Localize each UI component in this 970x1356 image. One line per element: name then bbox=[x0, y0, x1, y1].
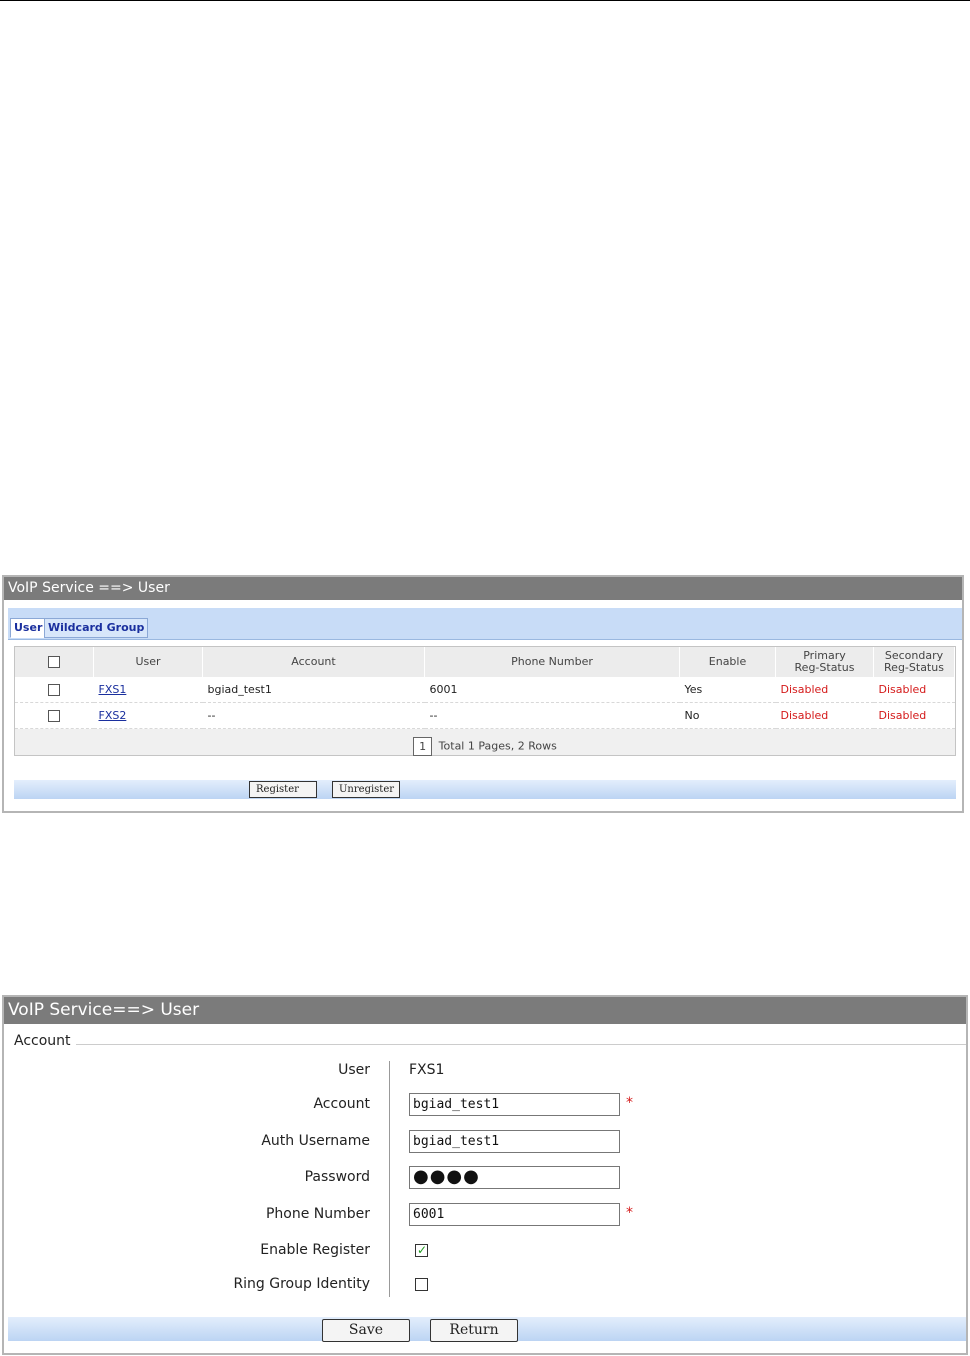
enable-register-checkbox[interactable]: ✓ bbox=[415, 1243, 428, 1257]
tab-user[interactable]: User bbox=[10, 618, 47, 638]
user-list-panel: VoIP Service ==> User User Wildcard Grou… bbox=[2, 575, 964, 813]
return-button[interactable]: Return bbox=[430, 1319, 518, 1342]
panel-title: VoIP Service==> User bbox=[4, 997, 966, 1024]
column-header-account: Account bbox=[202, 647, 425, 677]
column-header-primary-reg-status: Primary Reg-Status bbox=[775, 647, 874, 677]
table-row: FXS2 -- -- No Disabled Disabled bbox=[15, 702, 955, 729]
phone-number-label: Phone Number bbox=[265, 1206, 370, 1222]
section-title-account: Account bbox=[14, 1033, 74, 1049]
user-table: User Account Phone Number Enable Primary… bbox=[15, 647, 955, 729]
pagination-summary: Total 1 Pages, 2 Rows bbox=[438, 739, 557, 753]
select-all-header bbox=[15, 647, 94, 677]
ring-group-identity-label: Ring Group Identity bbox=[233, 1276, 370, 1292]
cell-primary-status: Disabled bbox=[775, 677, 874, 703]
required-mark: * bbox=[626, 1205, 633, 1221]
cell-phone: -- bbox=[424, 702, 680, 729]
cell-secondary-status: Disabled bbox=[873, 702, 955, 729]
auth-username-label: Auth Username bbox=[261, 1133, 370, 1149]
register-button[interactable]: Register bbox=[249, 781, 317, 798]
cell-secondary-status: Disabled bbox=[873, 677, 955, 703]
cell-enable: No bbox=[679, 702, 776, 729]
row-checkbox[interactable] bbox=[47, 710, 60, 722]
action-bar: Save Return bbox=[8, 1317, 966, 1342]
password-input[interactable]: ●●●● bbox=[409, 1166, 620, 1189]
cell-account: bgiad_test1 bbox=[202, 677, 425, 703]
cell-phone: 6001 bbox=[424, 677, 680, 703]
pagination: 1 Total 1 Pages, 2 Rows bbox=[15, 737, 955, 756]
check-icon: ✓ bbox=[417, 1243, 428, 1257]
section-divider bbox=[76, 1044, 966, 1045]
label-separator bbox=[389, 1061, 390, 1297]
cell-enable: Yes bbox=[679, 677, 776, 703]
account-input[interactable]: bgiad_test1 bbox=[409, 1093, 620, 1116]
unregister-button[interactable]: Unregister bbox=[332, 781, 400, 798]
password-label: Password bbox=[304, 1169, 370, 1185]
column-header-phone-number: Phone Number bbox=[424, 647, 680, 677]
save-button[interactable]: Save bbox=[322, 1319, 410, 1342]
account-label: Account bbox=[313, 1096, 370, 1112]
page-number-button[interactable]: 1 bbox=[413, 737, 433, 756]
cell-primary-status: Disabled bbox=[775, 702, 874, 729]
table-row: FXS1 bgiad_test1 6001 Yes Disabled Disab… bbox=[15, 677, 955, 703]
tab-bar: User Wildcard Group bbox=[8, 608, 962, 640]
required-mark: * bbox=[626, 1095, 633, 1111]
panel-title: VoIP Service ==> User bbox=[4, 577, 962, 600]
select-all-checkbox[interactable] bbox=[48, 656, 60, 668]
user-value: FXS1 bbox=[409, 1062, 445, 1078]
ring-group-identity-checkbox[interactable] bbox=[415, 1278, 428, 1291]
auth-username-input[interactable]: bgiad_test1 bbox=[409, 1130, 620, 1153]
user-label: User bbox=[338, 1062, 370, 1078]
column-header-secondary-reg-status: Secondary Reg-Status bbox=[873, 647, 955, 677]
tab-wildcard-group[interactable]: Wildcard Group bbox=[44, 618, 149, 638]
user-edit-panel: VoIP Service==> User Account User FXS1 A… bbox=[2, 995, 968, 1355]
row-checkbox[interactable] bbox=[47, 684, 60, 696]
user-table-container: User Account Phone Number Enable Primary… bbox=[14, 646, 956, 756]
column-header-user: User bbox=[93, 647, 203, 677]
column-header-enable: Enable bbox=[679, 647, 776, 677]
cell-account: -- bbox=[202, 702, 425, 729]
phone-number-input[interactable]: 6001 bbox=[409, 1203, 620, 1226]
action-bar: Register Unregister bbox=[14, 780, 956, 799]
page-top-rule bbox=[0, 0, 970, 1]
user-link-fxs1[interactable]: FXS1 bbox=[99, 683, 127, 696]
enable-register-label: Enable Register bbox=[260, 1242, 370, 1258]
user-link-fxs2[interactable]: FXS2 bbox=[99, 709, 127, 722]
